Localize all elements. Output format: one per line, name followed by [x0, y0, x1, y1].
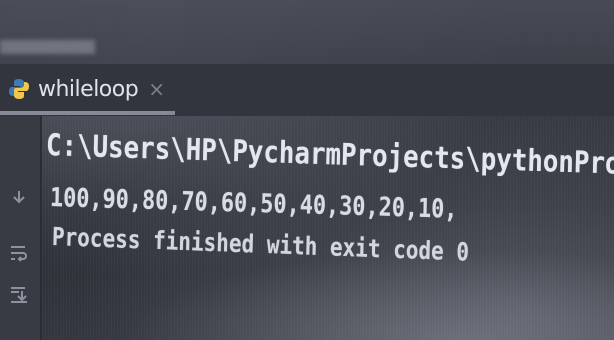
run-console: C:\Users\HP\PycharmProjects\pythonProje … — [0, 0, 614, 340]
photo-frame: whileloop × C:\Users\HP\PycharmProjects\… — [0, 0, 614, 340]
console-command-path: C:\Users\HP\PycharmProjects\pythonProje — [45, 128, 614, 183]
console-exit-message: Process finished with exit code 0 — [51, 222, 470, 267]
console-output: 100,90,80,70,60,50,40,30,20,10, — [49, 183, 458, 225]
